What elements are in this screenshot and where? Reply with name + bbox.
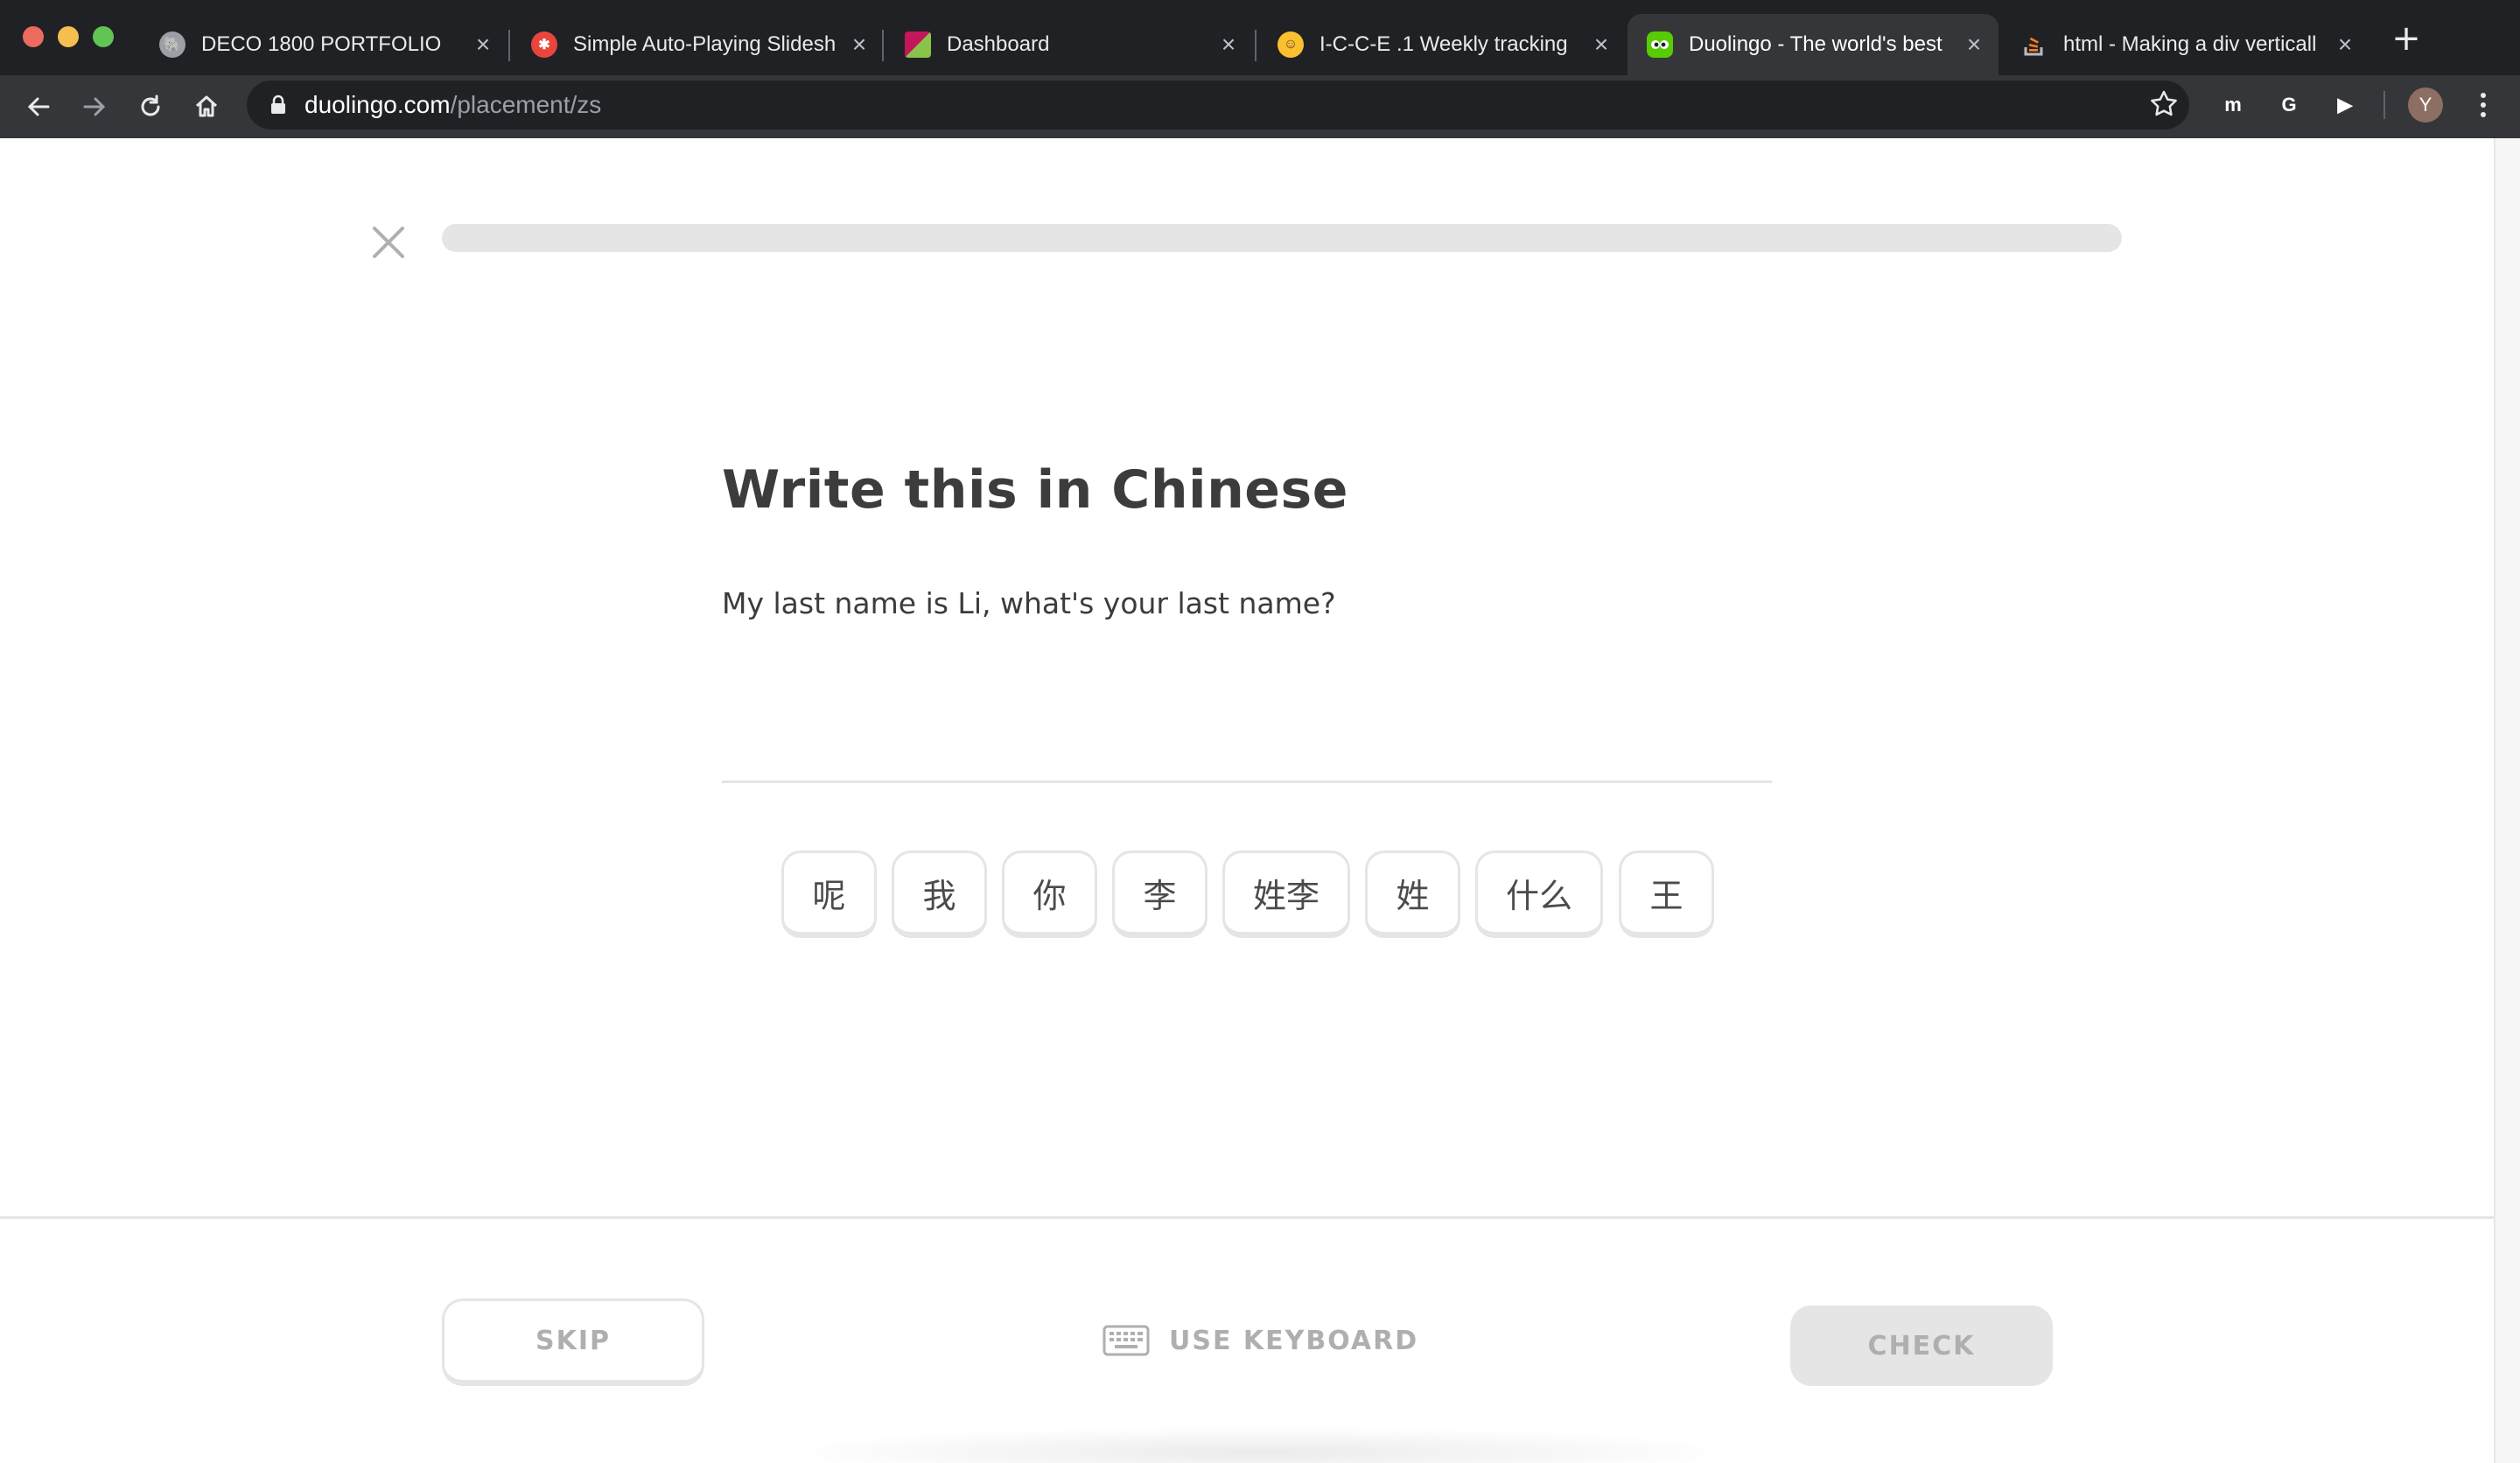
word-tile[interactable]: 王 bbox=[1619, 850, 1714, 938]
scrollbar-track[interactable] bbox=[2494, 138, 2520, 1463]
tab-title: Dashboard bbox=[947, 32, 1050, 56]
new-tab-button[interactable]: + bbox=[2389, 21, 2424, 58]
lock-icon[interactable] bbox=[270, 94, 287, 116]
bookmark-star-icon[interactable] bbox=[2149, 89, 2179, 119]
url-host: duolingo.com bbox=[304, 91, 451, 118]
window-zoom-button[interactable] bbox=[93, 26, 114, 47]
close-lesson-icon[interactable] bbox=[368, 221, 410, 263]
answer-area[interactable] bbox=[722, 780, 1772, 783]
browser-menu-icon[interactable] bbox=[2468, 89, 2499, 121]
skip-button[interactable]: SKIP bbox=[442, 1298, 704, 1386]
word-tile[interactable]: 姓李 bbox=[1222, 850, 1350, 938]
nerd-face-icon: ☺ bbox=[1278, 32, 1304, 58]
tab-close-icon[interactable]: × bbox=[1216, 32, 1241, 57]
home-icon bbox=[195, 95, 218, 117]
url-path: /placement/zs bbox=[450, 91, 602, 118]
forward-button[interactable] bbox=[77, 89, 112, 124]
home-button[interactable] bbox=[189, 89, 224, 124]
tab-deco-portfolio[interactable]: 🐘 DECO 1800 PORTFOLIO × bbox=[140, 14, 508, 75]
duolingo-owl-icon bbox=[1647, 32, 1673, 58]
tab-separator bbox=[508, 30, 510, 61]
url-text[interactable]: duolingo.com/placement/zs bbox=[304, 89, 601, 121]
tab-close-icon[interactable]: × bbox=[471, 32, 495, 57]
tab-close-icon[interactable]: × bbox=[1589, 32, 1614, 57]
word-bank: 呢 我 你 李 姓李 姓 什么 王 bbox=[781, 850, 1718, 938]
word-tile[interactable]: 李 bbox=[1112, 850, 1208, 938]
reload-button[interactable] bbox=[133, 89, 168, 124]
window-minimize-button[interactable] bbox=[58, 26, 79, 47]
keyboard-icon bbox=[1102, 1325, 1150, 1356]
tab-weekly-tracking[interactable]: ☺ I-C-C-E .1 Weekly tracking × bbox=[1258, 14, 1626, 75]
tab-separator bbox=[1255, 30, 1256, 61]
arrow-right-icon bbox=[83, 97, 106, 116]
dashboard-logo-icon bbox=[905, 32, 931, 58]
elephant-icon: 🐘 bbox=[159, 32, 186, 58]
tab-dashboard[interactable]: Dashboard × bbox=[886, 14, 1253, 75]
tab-title: DECO 1800 PORTFOLIO bbox=[201, 32, 442, 56]
word-tile[interactable]: 你 bbox=[1002, 850, 1097, 938]
challenge-prompt: My last name is Li, what's your last nam… bbox=[722, 586, 1336, 620]
tab-title: Simple Auto-Playing Slidesh bbox=[573, 32, 836, 56]
teal-extension-icon[interactable]: m bbox=[2217, 89, 2249, 121]
reload-icon bbox=[141, 94, 160, 116]
tab-close-icon[interactable]: × bbox=[847, 32, 872, 57]
lesson-progress-bar bbox=[442, 224, 2122, 252]
word-tile[interactable]: 什么 bbox=[1475, 850, 1603, 938]
tab-title: Duolingo - The world's best bbox=[1689, 32, 1942, 56]
tab-close-icon[interactable]: × bbox=[2333, 32, 2357, 57]
profile-avatar[interactable]: Y bbox=[2408, 88, 2443, 122]
word-tile[interactable]: 我 bbox=[892, 850, 987, 938]
red-extension-icon[interactable]: ▶ bbox=[2329, 89, 2361, 121]
window-close-button[interactable] bbox=[23, 26, 44, 47]
tab-duolingo[interactable]: Duolingo - The world's best × bbox=[1628, 14, 1998, 75]
tab-slideshow[interactable]: ✱ Simple Auto-Playing Slidesh × bbox=[512, 14, 884, 75]
word-tile[interactable]: 姓 bbox=[1365, 850, 1460, 938]
use-keyboard-label: USE KEYBOARD bbox=[1169, 1325, 1419, 1356]
stackoverflow-icon bbox=[2021, 32, 2048, 58]
check-button[interactable]: CHECK bbox=[1790, 1306, 2053, 1386]
asterisk-logo-icon: ✱ bbox=[531, 32, 557, 58]
word-tile[interactable]: 呢 bbox=[781, 850, 877, 938]
tab-separator bbox=[882, 30, 884, 61]
grammarly-icon[interactable]: G bbox=[2273, 89, 2305, 121]
arrow-left-icon bbox=[27, 97, 50, 116]
tab-stackoverflow[interactable]: html - Making a div verticall × bbox=[2002, 14, 2370, 75]
back-button[interactable] bbox=[21, 89, 56, 124]
toolbar-separator bbox=[2384, 91, 2385, 119]
tab-title: html - Making a div verticall bbox=[2063, 32, 2317, 56]
tab-title: I-C-C-E .1 Weekly tracking bbox=[1320, 32, 1568, 56]
challenge-heading: Write this in Chinese bbox=[722, 459, 1348, 521]
tab-close-icon[interactable]: × bbox=[1962, 32, 1986, 57]
use-keyboard-button[interactable]: USE KEYBOARD bbox=[1102, 1316, 1418, 1365]
